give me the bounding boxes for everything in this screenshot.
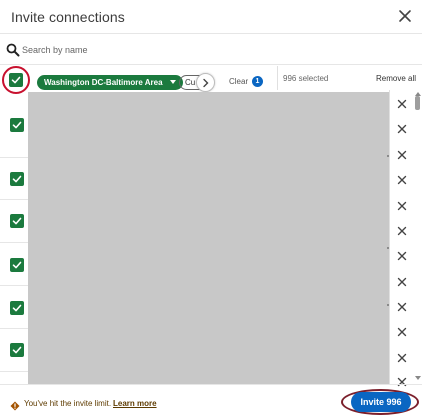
checkmark-icon bbox=[12, 217, 22, 225]
modal-header: Invite connections bbox=[0, 0, 422, 34]
checkbox-checked[interactable] bbox=[10, 301, 24, 315]
current-company-filter-label: Cu bbox=[185, 78, 196, 87]
checkmark-icon bbox=[12, 175, 22, 183]
filters-scroll-right-button[interactable] bbox=[196, 73, 215, 92]
remove-x-icon[interactable] bbox=[396, 300, 408, 312]
remove-x-icon[interactable] bbox=[396, 249, 408, 261]
remove-x-icon[interactable] bbox=[396, 148, 408, 160]
row-divider bbox=[0, 328, 28, 329]
remove-x-icon[interactable] bbox=[396, 325, 408, 337]
modal-title: Invite connections bbox=[11, 9, 125, 25]
clear-count-badge: 1 bbox=[252, 76, 263, 87]
checkbox-checked[interactable] bbox=[10, 258, 24, 272]
search-bar bbox=[0, 35, 422, 65]
close-icon[interactable] bbox=[396, 7, 414, 25]
remove-x-icon[interactable] bbox=[396, 122, 408, 134]
row-divider bbox=[0, 285, 28, 286]
warning-icon bbox=[10, 398, 20, 411]
select-all-checkbox[interactable] bbox=[2, 66, 30, 94]
truncation-dot bbox=[387, 247, 389, 249]
checkmark-icon bbox=[12, 304, 22, 312]
invite-button[interactable]: Invite 996 bbox=[351, 392, 411, 412]
checkmark-icon bbox=[12, 261, 22, 269]
remove-x-icon[interactable] bbox=[396, 275, 408, 287]
checkmark-icon bbox=[12, 346, 22, 354]
clear-filters-button[interactable]: Clear bbox=[229, 77, 248, 86]
checkmark-icon bbox=[11, 76, 21, 84]
chevron-right-icon bbox=[203, 78, 209, 88]
truncation-dot bbox=[387, 155, 389, 157]
redacted-content bbox=[28, 92, 390, 384]
remove-x-icon[interactable] bbox=[396, 173, 408, 185]
location-filter-label: Washington DC-Baltimore Area bbox=[44, 78, 163, 87]
checkbox-checked bbox=[9, 73, 23, 87]
checkbox-checked[interactable] bbox=[10, 214, 24, 228]
row-divider bbox=[0, 371, 28, 372]
location-filter-pill[interactable]: Washington DC-Baltimore Area bbox=[37, 75, 183, 90]
row-divider bbox=[0, 199, 28, 200]
scroll-up-arrow-icon[interactable] bbox=[415, 92, 421, 96]
remove-all-button[interactable]: Remove all bbox=[376, 74, 416, 83]
invite-connections-modal: Invite connections Washington DC-Baltimo… bbox=[0, 0, 422, 416]
invite-limit-warning: You've hit the invite limit. bbox=[24, 399, 112, 408]
checkbox-checked[interactable] bbox=[10, 118, 24, 132]
search-icon bbox=[6, 43, 20, 57]
scroll-down-arrow-icon[interactable] bbox=[415, 376, 421, 380]
truncation-dot bbox=[387, 304, 389, 306]
remove-x-icon[interactable] bbox=[396, 97, 408, 109]
checkmark-icon bbox=[12, 121, 22, 129]
search-input[interactable] bbox=[22, 40, 402, 60]
selected-count: 996 selected bbox=[283, 74, 329, 83]
row-divider bbox=[0, 157, 28, 158]
remove-x-icon[interactable] bbox=[396, 199, 408, 211]
checkbox-checked[interactable] bbox=[10, 343, 24, 357]
selected-panel-scrollbar[interactable] bbox=[415, 92, 420, 384]
caret-down-icon bbox=[169, 80, 176, 84]
remove-x-icon[interactable] bbox=[396, 351, 408, 363]
learn-more-link[interactable]: Learn more bbox=[113, 399, 157, 408]
scrollbar-thumb[interactable] bbox=[415, 96, 420, 110]
row-divider bbox=[0, 242, 28, 243]
selected-panel-header: 996 selected Remove all bbox=[277, 66, 422, 90]
remove-x-icon[interactable] bbox=[396, 224, 408, 236]
checkbox-checked[interactable] bbox=[10, 172, 24, 186]
panel-divider bbox=[389, 90, 390, 384]
